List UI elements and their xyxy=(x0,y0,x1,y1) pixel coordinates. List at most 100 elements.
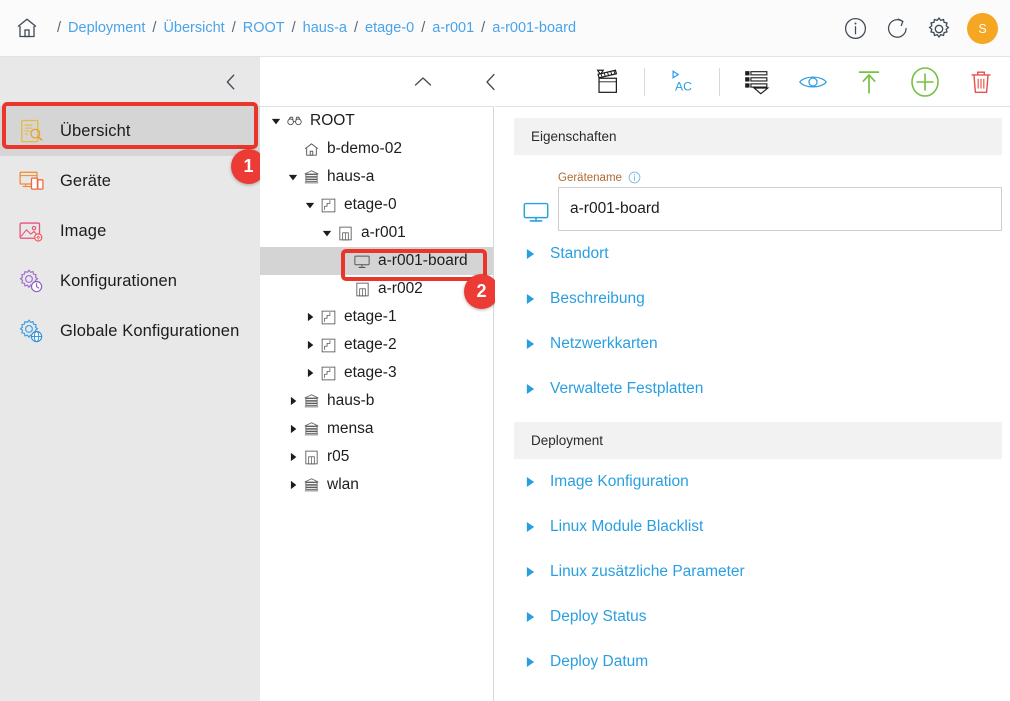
back-chevron-icon xyxy=(486,73,495,90)
list-apply-button[interactable] xyxy=(734,59,780,105)
chevron-right-icon xyxy=(525,566,539,578)
add-button[interactable] xyxy=(902,59,948,105)
accordion-netzwerkkarten[interactable]: Netzwerkkarten xyxy=(495,321,1010,366)
preview-button[interactable] xyxy=(790,59,836,105)
svg-text:AC: AC xyxy=(675,79,692,93)
sidebar-item-image[interactable]: Image xyxy=(0,206,260,256)
chevron-left-icon xyxy=(226,73,235,90)
accordion-deploy-datum[interactable]: Deploy Datum xyxy=(495,639,1010,684)
clapperboard-button[interactable] xyxy=(584,59,630,105)
tree-node-a-r001[interactable]: a-r001 xyxy=(260,219,493,247)
refresh-icon[interactable] xyxy=(883,15,911,43)
breadcrumb-item-uebersicht[interactable]: Übersicht xyxy=(163,20,224,36)
chevron-right-icon[interactable] xyxy=(302,365,318,381)
tree-node-mensa[interactable]: mensa xyxy=(260,415,493,443)
accordion-linux-zusaetzliche-parameter[interactable]: Linux zusätzliche Parameter xyxy=(495,549,1010,594)
section-title: Eigenschaften xyxy=(531,129,617,144)
toolbar-divider xyxy=(719,67,720,96)
chevron-right-icon[interactable] xyxy=(285,477,301,493)
avatar[interactable]: S xyxy=(967,13,998,44)
accordion-label: Deploy Status xyxy=(550,607,647,625)
tree-node-etage-0[interactable]: etage-0 xyxy=(260,191,493,219)
accordion-standort[interactable]: Standort xyxy=(495,231,1010,276)
chevron-right-icon xyxy=(525,476,539,488)
chevron-right-icon[interactable] xyxy=(285,421,301,437)
accordion-linux-module-blacklist[interactable]: Linux Module Blacklist xyxy=(495,504,1010,549)
geraetename-input[interactable] xyxy=(558,187,1002,231)
tree-node-etage-2[interactable]: etage-2 xyxy=(260,331,493,359)
chevron-down-icon[interactable] xyxy=(302,197,318,213)
monitor-icon xyxy=(352,251,372,271)
breadcrumb-item-a-r001-board[interactable]: a-r001-board xyxy=(492,20,576,36)
accordion-image-konfiguration[interactable]: Image Konfiguration xyxy=(495,459,1010,504)
section-header-deployment: Deployment xyxy=(514,422,1002,459)
room-icon xyxy=(335,223,355,243)
sidebar-item-geraete[interactable]: Geräte xyxy=(0,156,260,206)
hierarchy-tree-panel[interactable]: ROOT b-demo-02 haus-a etage-0 a-r001 a-r001-b… xyxy=(260,106,494,701)
content-toolbar: AC xyxy=(260,57,1010,106)
tree-node-r05[interactable]: r05 xyxy=(260,443,493,471)
accordion-label: Deploy Datum xyxy=(550,652,649,670)
tree-node-wlan[interactable]: wlan xyxy=(260,471,493,499)
back-button[interactable] xyxy=(468,59,514,105)
tree-list: ROOT b-demo-02 haus-a etage-0 a-r001 a-r001-b… xyxy=(260,107,493,499)
chevron-right-icon[interactable] xyxy=(285,449,301,465)
chevron-right-icon xyxy=(525,521,539,533)
chevron-down-icon[interactable] xyxy=(285,169,301,185)
ac-script-button[interactable]: AC xyxy=(659,59,705,105)
accordion-beschreibung[interactable]: Beschreibung xyxy=(495,276,1010,321)
sidebar-item-globale-konfigurationen[interactable]: Globale Konfigurationen xyxy=(0,306,260,356)
sidebar-item-uebersicht[interactable]: Übersicht xyxy=(0,106,260,156)
chevron-down-icon[interactable] xyxy=(268,113,284,129)
tree-node-label: a-r001-board xyxy=(378,252,468,269)
eye-icon xyxy=(799,75,827,88)
tree-node-etage-3[interactable]: etage-3 xyxy=(260,359,493,387)
ac-script-icon: AC xyxy=(672,69,692,93)
chevron-down-icon[interactable] xyxy=(319,225,335,241)
floorplan-icon xyxy=(318,307,338,327)
breadcrumb-item-a-r001[interactable]: a-r001 xyxy=(432,20,474,36)
annotation-badge-2: 2 xyxy=(464,274,499,309)
tree-node-a-r001-board[interactable]: a-r001-board xyxy=(260,247,493,275)
tree-node-a-r002[interactable]: a-r002 xyxy=(260,275,493,303)
tree-node-haus-a[interactable]: haus-a xyxy=(260,163,493,191)
collapse-up-button[interactable] xyxy=(400,59,446,105)
breadcrumb-item-etage-0[interactable]: etage-0 xyxy=(365,20,414,36)
breadcrumb-item-deployment[interactable]: Deployment xyxy=(68,20,145,36)
geraetename-label-wrap: Gerätename xyxy=(558,171,1002,184)
tree-node-root[interactable]: ROOT xyxy=(260,107,493,135)
sidebar-item-label: Übersicht xyxy=(60,121,131,140)
tree-node-label: b-demo-02 xyxy=(327,140,402,157)
chevron-right-icon[interactable] xyxy=(285,393,301,409)
tree-node-b-demo-02[interactable]: b-demo-02 xyxy=(260,135,493,163)
chevron-right-icon[interactable] xyxy=(302,337,318,353)
header-actions: S xyxy=(841,0,998,57)
global-configurations-gear-globe-icon xyxy=(14,314,48,348)
upload-button[interactable] xyxy=(846,59,892,105)
tree-node-etage-1[interactable]: etage-1 xyxy=(260,303,493,331)
overview-document-search-icon xyxy=(14,114,48,148)
info-icon[interactable] xyxy=(841,15,869,43)
plus-circle-icon xyxy=(911,66,939,97)
gear-icon[interactable] xyxy=(925,15,953,43)
sidebar-collapse-button[interactable] xyxy=(0,57,260,106)
home-icon[interactable] xyxy=(10,11,44,45)
accordion-label: Image Konfiguration xyxy=(550,472,689,490)
breadcrumb-item-haus-a[interactable]: haus-a xyxy=(303,20,347,36)
accordion-verwaltete-festplatten[interactable]: Verwaltete Festplatten xyxy=(495,366,1010,411)
tree-node-haus-b[interactable]: haus-b xyxy=(260,387,493,415)
detail-properties-panel: Eigenschaften Gerätename a-r001-board St… xyxy=(495,106,1010,701)
chevron-right-icon[interactable] xyxy=(302,309,318,325)
delete-button[interactable] xyxy=(958,59,1004,105)
breadcrumb-item-root[interactable]: ROOT xyxy=(243,20,285,36)
accordion-label: Standort xyxy=(550,244,609,262)
breadcrumb-separator: / xyxy=(231,20,236,36)
sidebar-item-konfigurationen[interactable]: Konfigurationen xyxy=(0,256,260,306)
accordion-deploy-status[interactable]: Deploy Status xyxy=(495,594,1010,639)
section-header-eigenschaften: Eigenschaften xyxy=(514,118,1002,155)
breadcrumb: / Deployment / Übersicht / ROOT / haus-a… xyxy=(50,20,576,36)
toolbar-divider xyxy=(644,67,645,96)
